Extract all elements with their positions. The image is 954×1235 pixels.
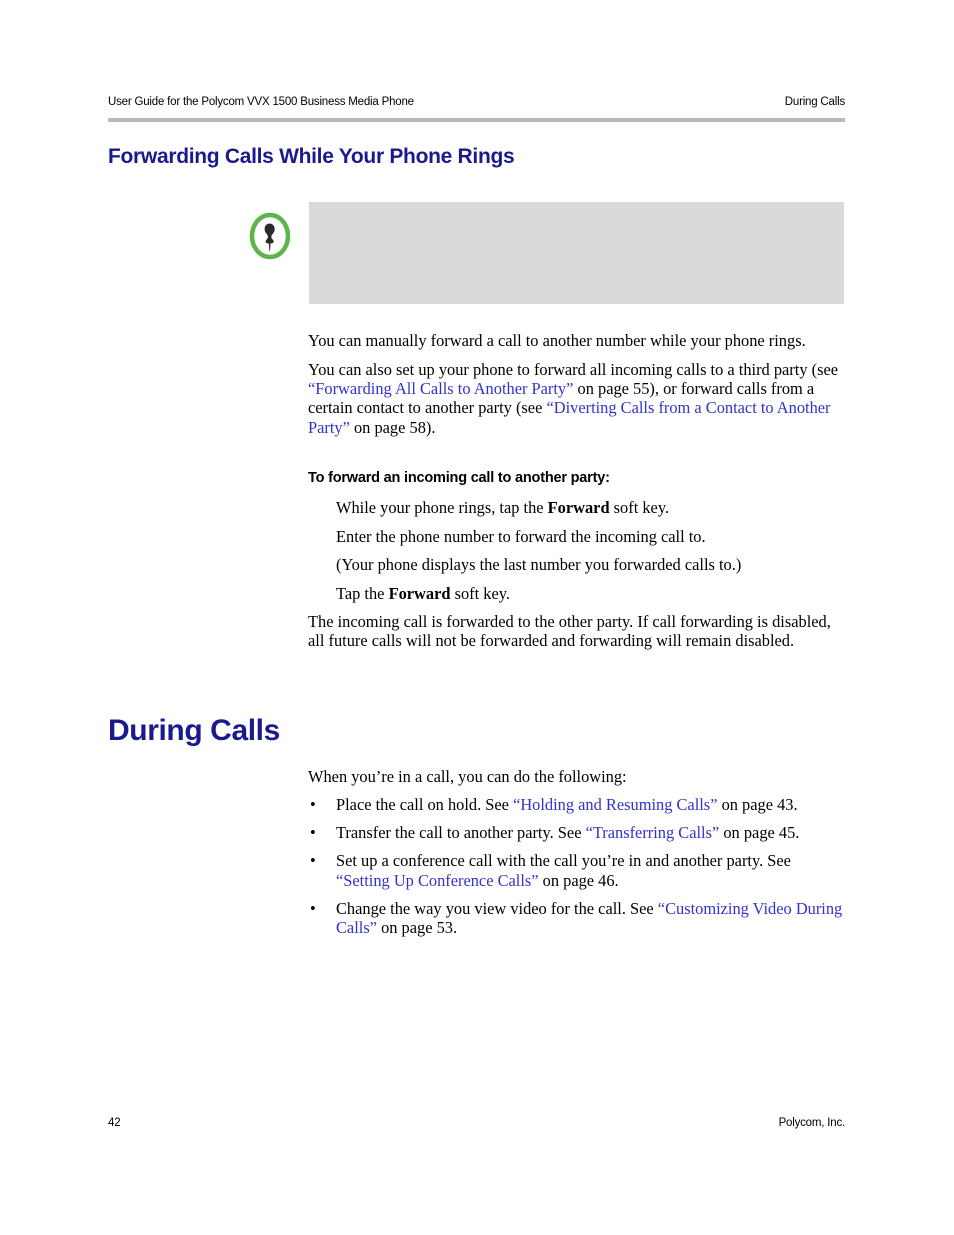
intro-p2-text-part-1: You can also set up your phone to forwar… xyxy=(308,360,838,379)
procedure-step-list: While your phone rings, tap the Forward … xyxy=(336,498,844,613)
procedure-step: Tap the Forward soft key. xyxy=(336,584,844,603)
xref-forwarding-all-calls[interactable]: “Forwarding All Calls to Another Party” xyxy=(308,379,573,398)
xref-holding-and-resuming-calls[interactable]: “Holding and Resuming Calls” xyxy=(513,795,717,814)
step-text-part-2: soft key. xyxy=(609,498,670,517)
list-item: • Transfer the call to another party. Se… xyxy=(308,823,844,842)
bullet-text-part-1: Place the call on hold. See xyxy=(336,795,514,814)
bullet-text-part-2: on page 45. xyxy=(719,823,800,843)
running-header: User Guide for the Polycom VVX 1500 Busi… xyxy=(108,96,845,108)
footer-company: Polycom, Inc. xyxy=(778,1117,846,1129)
list-item-text: Transfer the call to another party. See … xyxy=(336,823,844,842)
bullet-text-part-1: Set up a conference call with the call y… xyxy=(336,851,791,871)
procedure-result-container: The incoming call is forwarded to the ot… xyxy=(308,612,844,650)
step-text-part-2: soft key. xyxy=(450,584,510,604)
bullet-text-part-1: Change the way you view video for the ca… xyxy=(336,898,658,918)
step-emphasis: Forward xyxy=(388,584,451,604)
bullet-dot-icon: • xyxy=(310,823,316,843)
header-divider-rule xyxy=(108,118,845,122)
bullet-text-part-2: on page 46. xyxy=(538,870,619,890)
chapter-heading-during-calls: During Calls xyxy=(108,714,280,747)
list-item: • Set up a conference call with the call… xyxy=(308,851,844,889)
intro-paragraph-2-container: You can also set up your phone to forwar… xyxy=(308,360,844,437)
page-number: 42 xyxy=(108,1117,121,1129)
bullet-text-part-2: on page 43. xyxy=(717,795,798,814)
procedure-heading: To forward an incoming call to another p… xyxy=(308,470,610,486)
xref-transferring-calls[interactable]: “Transferring Calls” xyxy=(586,823,720,842)
list-item-text: Change the way you view video for the ca… xyxy=(336,899,844,937)
note-admonition xyxy=(248,202,844,304)
bullet-dot-icon: • xyxy=(310,898,316,918)
procedure-step: Enter the phone number to forward the in… xyxy=(336,527,844,546)
intro-paragraph-1: You can manually forward a call to anoth… xyxy=(308,331,806,350)
during-calls-intro: When you’re in a call, you can do the fo… xyxy=(308,767,627,786)
list-item-text: Place the call on hold. See “Holding and… xyxy=(336,795,844,814)
note-body-text xyxy=(309,202,844,304)
during-calls-intro-container: When you’re in a call, you can do the fo… xyxy=(308,767,844,786)
bullet-dot-icon: • xyxy=(310,795,316,814)
note-pushpin-icon xyxy=(248,212,292,260)
bullet-text-part-2: on page 53. xyxy=(376,918,458,938)
during-calls-bullet-list: • Place the call on hold. See “Holding a… xyxy=(308,795,844,946)
procedure-result-paragraph: The incoming call is forwarded to the ot… xyxy=(308,612,831,651)
bullet-dot-icon: • xyxy=(310,851,316,871)
step-text-part-1: (Your phone displays the last number you… xyxy=(336,555,742,575)
document-page: User Guide for the Polycom VVX 1500 Busi… xyxy=(0,0,954,1235)
intro-paragraph-1-container: You can manually forward a call to anoth… xyxy=(308,331,844,350)
procedure-step: While your phone rings, tap the Forward … xyxy=(336,498,844,517)
intro-p2-text-part-3: on page 58). xyxy=(349,417,436,437)
header-chapter-title: During Calls xyxy=(784,96,845,108)
xref-setting-up-conference-calls[interactable]: “Setting Up Conference Calls” xyxy=(336,871,539,890)
running-footer: 42 Polycom, Inc. xyxy=(108,1117,845,1129)
step-text-part-1: Enter the phone number to forward the in… xyxy=(336,526,706,546)
bullet-text-part-1: Transfer the call to another party. See xyxy=(336,823,586,843)
page-title: Forwarding Calls While Your Phone Rings xyxy=(108,145,515,168)
step-text-part-1: Tap the xyxy=(336,584,389,604)
header-guide-title: User Guide for the Polycom VVX 1500 Busi… xyxy=(108,96,414,108)
procedure-step: (Your phone displays the last number you… xyxy=(336,555,844,574)
step-emphasis: Forward xyxy=(547,498,610,517)
list-item-text: Set up a conference call with the call y… xyxy=(336,851,844,889)
list-item: • Place the call on hold. See “Holding a… xyxy=(308,795,844,814)
intro-paragraph-2: You can also set up your phone to forwar… xyxy=(308,360,844,437)
step-text-part-1: While your phone rings, tap the xyxy=(336,498,548,517)
list-item: • Change the way you view video for the … xyxy=(308,899,844,937)
